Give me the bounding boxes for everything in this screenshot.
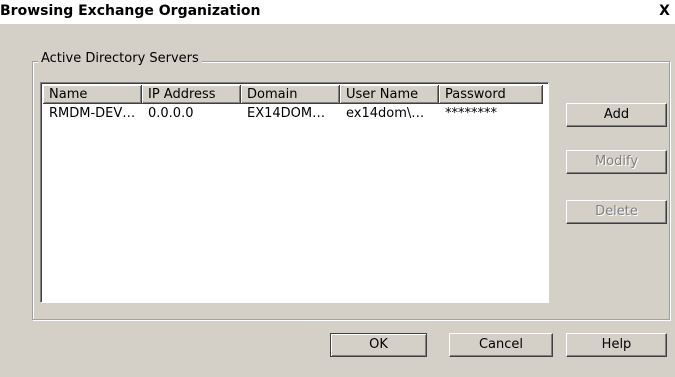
column-header-user-name[interactable]: User Name (340, 85, 439, 104)
modify-button[interactable]: Modify (566, 150, 667, 174)
cell-password: ******** (445, 106, 497, 121)
delete-button[interactable]: Delete (566, 200, 667, 224)
help-button[interactable]: Help (566, 333, 667, 357)
list-header: Name IP Address Domain User Name Passwor… (43, 85, 543, 104)
column-header-name[interactable]: Name (43, 85, 142, 104)
add-button[interactable]: Add (566, 103, 667, 127)
cell-domain: EX14DOM… (247, 106, 326, 121)
cell-name: RMDM-DEV… (49, 106, 136, 121)
browsing-exchange-dialog: Browsing Exchange Organization X Active … (0, 0, 675, 377)
cancel-button[interactable]: Cancel (449, 333, 553, 357)
close-icon[interactable]: X (657, 3, 672, 19)
title-bar[interactable]: Browsing Exchange Organization X (0, 0, 675, 24)
group-legend: Active Directory Servers (38, 51, 202, 66)
ok-button[interactable]: OK (330, 333, 427, 357)
cell-ip-address: 0.0.0.0 (148, 106, 194, 121)
column-header-password[interactable]: Password (439, 85, 543, 104)
servers-list[interactable]: Name IP Address Domain User Name Passwor… (40, 82, 549, 303)
window-title: Browsing Exchange Organization (0, 3, 261, 19)
table-row[interactable]: RMDM-DEV… 0.0.0.0 EX14DOM… ex14dom\… ***… (43, 105, 543, 123)
column-header-domain[interactable]: Domain (241, 85, 340, 104)
column-header-ip-address[interactable]: IP Address (142, 85, 241, 104)
cell-user-name: ex14dom\… (346, 106, 425, 121)
